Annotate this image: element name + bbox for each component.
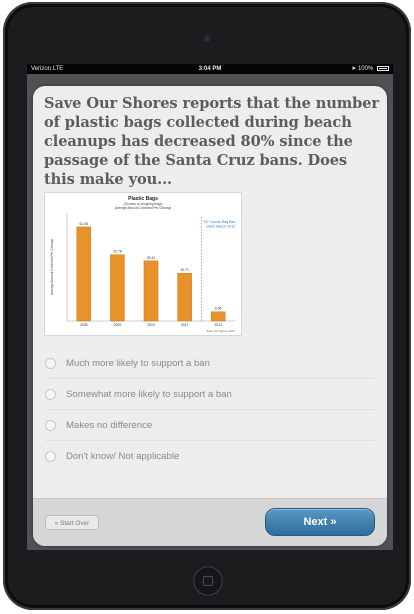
data-label-2010: 39.41 (147, 256, 156, 260)
option-label: Don't know/ Not applicable (66, 450, 180, 462)
bar-2012 (210, 311, 226, 322)
option-no-difference[interactable]: Makes no difference (45, 410, 375, 441)
tablet-frame: Verizon LTE 3:04 PM ➤ 100% Save Our Shor… (3, 2, 411, 610)
chart-image: Plastic Bags (Grocery or shopping bags) Av… (44, 192, 242, 336)
bar-2010 (143, 260, 159, 322)
data-label-2011: 30.71 (180, 268, 189, 272)
chart-source: Save Our Shores 2012 (207, 329, 236, 333)
status-bar: Verizon LTE 3:04 PM ➤ 100% (27, 64, 393, 74)
home-button[interactable] (193, 566, 223, 596)
radio-button[interactable] (45, 450, 56, 462)
screen: Verizon LTE 3:04 PM ➤ 100% Save Our Shor… (27, 64, 393, 550)
tick-label-2011: 2011 (181, 323, 188, 327)
start-over-button[interactable]: « Start Over (45, 515, 99, 530)
plastic-bags-chart: Plastic Bags(Grocery or shopping bags)Av… (50, 196, 236, 333)
data-label-2008: 61.05 (80, 222, 89, 226)
chart-subtitle-2: Average Amount Collected Per Cleanup (115, 206, 172, 210)
question-text: Save Our Shores reports that the number … (44, 95, 380, 188)
option-much-more-likely[interactable]: Much more likely to support a ban (45, 348, 375, 379)
data-label-2009: 42.78 (113, 250, 122, 254)
option-somewhat-more-likely[interactable]: Somewhat more likely to support a ban (45, 379, 375, 410)
option-dont-know[interactable]: Don't know/ Not applicable (45, 441, 375, 471)
survey-card: Save Our Shores reports that the number … (33, 86, 387, 546)
bar-2009 (110, 254, 125, 322)
ban-annotation: SC County Bag Ban starts March 2012 (203, 220, 235, 229)
battery-indicator: ➤ 100% (351, 64, 389, 74)
next-button[interactable]: Next » (265, 508, 375, 536)
radio-button[interactable] (45, 357, 56, 369)
front-camera (203, 35, 211, 43)
battery-percent: 100% (357, 66, 374, 72)
battery-icon (377, 65, 389, 71)
option-label: Somewhat more likely to support a ban (66, 388, 232, 400)
option-label: Makes no difference (66, 419, 153, 431)
option-label: Much more likely to support a ban (66, 357, 210, 369)
location-arrow-icon: ➤ (351, 66, 357, 72)
bar-2011 (177, 272, 192, 322)
radio-button[interactable] (45, 419, 56, 431)
tick-label-2012: 2012 (214, 323, 222, 327)
clock: 3:04 PM (198, 66, 222, 72)
tick-label-2008: 2008 (80, 323, 88, 327)
data-label-2012: 5.96 (215, 307, 222, 311)
answer-options: Much more likely to support a ban Somewh… (45, 348, 375, 471)
footer-bar: « Start Over Next » (33, 498, 387, 546)
tick-label-2010: 2010 (147, 323, 155, 327)
radio-button[interactable] (45, 388, 56, 400)
bar-2008 (76, 226, 92, 322)
y-axis-label: Average Amount Collected Per Cleanup (50, 239, 54, 296)
tick-label-2009: 2009 (114, 323, 122, 327)
home-button-icon (203, 576, 213, 586)
